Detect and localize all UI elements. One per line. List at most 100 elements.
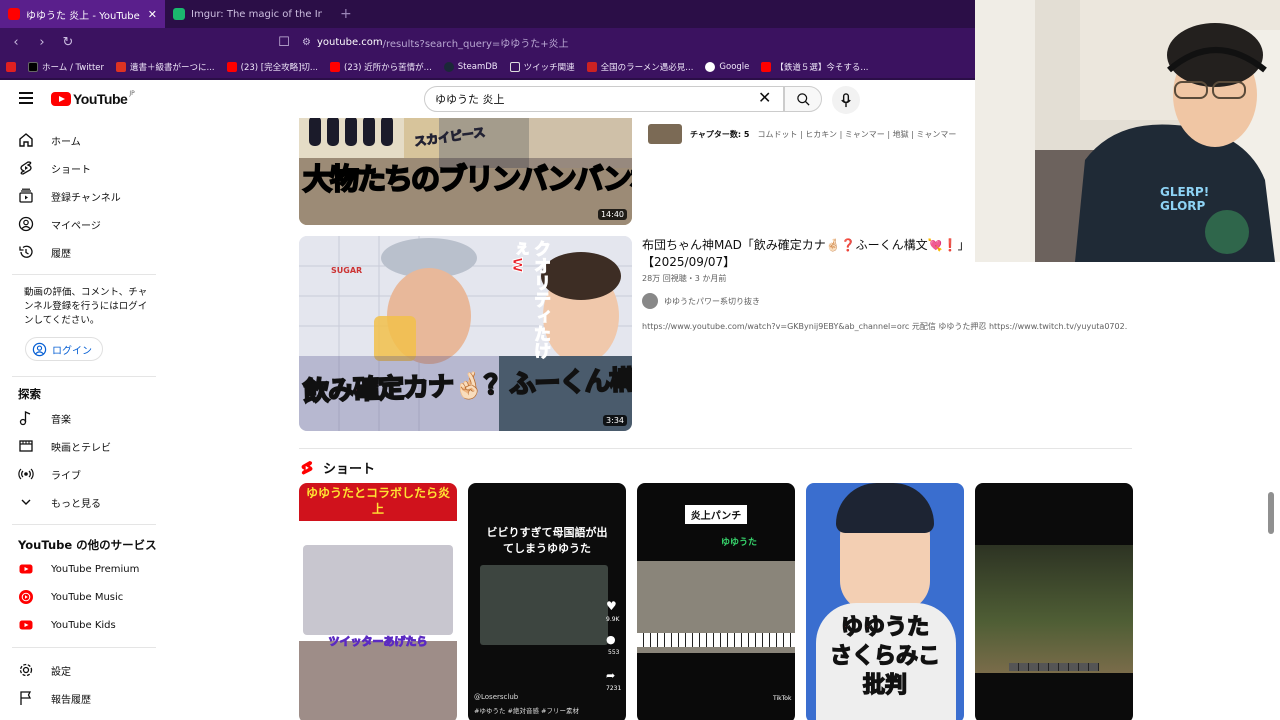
forward-icon[interactable]: ›	[34, 35, 50, 50]
menu-icon[interactable]	[19, 92, 33, 104]
search-button[interactable]	[784, 86, 822, 112]
short-screenshot	[303, 545, 453, 635]
logo-wordmark: YouTube	[73, 91, 128, 107]
video-duration: 3:34	[603, 415, 627, 426]
video-description: https://www.youtube.com/watch?v=GKBynij9…	[642, 322, 1128, 331]
sidebar-item-movies[interactable]: 映画とテレビ	[0, 432, 156, 460]
sidebar-item-show-more[interactable]: もっと見る	[0, 488, 156, 516]
short-title-overlay: ビビりすぎて母国語が出てしまうゆゆうた	[486, 526, 608, 555]
short-card[interactable]: 炎上パンチ ゆゆうた TikTok	[637, 483, 795, 720]
bookmarks-bar: ホーム / Twitter 遺書＋級書がーつに... (23) [完全攻略]切.…	[0, 56, 975, 78]
sidebar-item-label: もっと見る	[51, 498, 101, 510]
sidebar-item-music[interactable]: 音楽	[0, 404, 156, 432]
bookmark-item[interactable]: ツイッチ関連	[509, 61, 575, 73]
short-card[interactable]: ゆゆうたとコラボしたら炎上 ツイッターあげたら	[299, 483, 457, 720]
bookmark-item[interactable]: (23) 近所から苦情が...	[330, 61, 432, 73]
scrollbar-thumb[interactable]	[1268, 492, 1274, 534]
sidebar-item-history[interactable]: 履歴	[0, 238, 156, 266]
shorts-icon	[20, 161, 32, 175]
scrollbar-track[interactable]	[1266, 262, 1280, 720]
video-title[interactable]: 布団ちゃん神MAD「飲み確定カナ🤞🏻❓ふーくん構文💘❗」 【2025/09/07…	[642, 237, 982, 271]
sidebar-item-subscriptions[interactable]: 登録チャンネル	[0, 182, 156, 210]
tab-imgur[interactable]: Imgur: The magic of the Internet	[165, 0, 330, 28]
voice-search-button[interactable]	[832, 86, 860, 114]
short-screenshot	[480, 565, 608, 645]
short-title-overlay: ゆゆうた	[840, 614, 930, 641]
sidebar-item-home[interactable]: ホーム	[0, 126, 156, 154]
sidebar-item-label: YouTube Music	[51, 591, 124, 603]
sidebar-item-label: 設定	[51, 666, 71, 678]
search-input[interactable]: ゆゆうた 炎上	[424, 86, 784, 112]
video-title-line: 布団ちゃん神MAD「飲み確定カナ🤞🏻❓ふーくん構文💘❗」	[642, 238, 970, 252]
channel-name: ゆゆうたパワー系切り抜き	[664, 296, 760, 306]
sidebar-item-report-history[interactable]: 報告履歴	[0, 684, 156, 712]
piano-keys	[637, 633, 795, 647]
bookmark-item[interactable]: SteamDB	[443, 62, 498, 72]
video-duration: 14:40	[597, 209, 627, 220]
short-hashtags: #ゆゆうた #絶対音感 #フリー素材	[474, 707, 579, 715]
tab-youtube[interactable]: ゆゆうた 炎上 - YouTube ✕	[0, 0, 165, 28]
sidebar-item-label: 登録チャンネル	[51, 192, 121, 204]
sidebar-divider	[12, 647, 156, 648]
chapters-row[interactable]: チャプター数: 5 コムドット | ヒカキン | ミャンマー | 地獄 | ミャ…	[648, 124, 956, 144]
back-icon[interactable]: ‹	[8, 35, 24, 50]
short-card[interactable]	[975, 483, 1133, 720]
bookmark-icon[interactable]: ☐	[276, 35, 292, 50]
youtube-logo[interactable]: YouTube JP	[51, 90, 135, 107]
shorts-logo-icon	[301, 460, 313, 475]
short-screenshot	[975, 545, 1133, 673]
address-bar[interactable]: ⚙ youtube.com/results?search_query=ゆゆうた+…	[302, 35, 569, 50]
bookmark-label: 【鉄道５選】今そする...	[775, 63, 869, 73]
channel-link[interactable]: ゆゆうたパワー系切り抜き	[642, 293, 760, 309]
share-count: 7231	[606, 685, 622, 692]
reload-icon[interactable]: ↻	[60, 35, 76, 50]
sidebar-item-settings[interactable]: 設定	[0, 656, 156, 684]
youtube-play-icon	[51, 92, 71, 106]
sidebar-item-label: YouTube Premium	[51, 563, 140, 575]
bookmark-item[interactable]: (23) [完全攻略]切...	[226, 61, 318, 73]
bookmark-label: ツイッチ関連	[523, 63, 575, 73]
bookmark-label: ホーム / Twitter	[42, 63, 105, 73]
bookmark-item[interactable]: ホーム / Twitter	[28, 61, 104, 73]
bookmark-red-icon[interactable]	[6, 62, 16, 72]
google-icon	[705, 62, 716, 72]
new-tab-icon[interactable]: +	[330, 0, 362, 28]
login-prompt: 動画の評価、コメント、チャンネル登録を行うにはログインしてください。	[24, 287, 148, 326]
short-card[interactable]: ビビりすぎて母国語が出てしまうゆゆうた @Losersclub #ゆゆうた #絶…	[468, 483, 626, 720]
sidebar-item-live[interactable]: ライブ	[0, 460, 156, 488]
section-divider	[299, 448, 1132, 449]
sidebar-item-shorts[interactable]: ショート	[0, 154, 156, 182]
movies-icon	[19, 440, 33, 452]
bookmark-item[interactable]: 遺書＋級書がーつに...	[116, 61, 215, 73]
bookmark-label: (23) 近所から苦情が...	[344, 63, 432, 73]
account-circle-icon	[32, 342, 47, 356]
video-thumbnail[interactable]: スカイピース 大物たちのブリンバンバンボン 14:40	[299, 118, 632, 225]
sidebar-item-label: 履歴	[51, 248, 71, 260]
video-thumbnail[interactable]: SUGAR クオリティたけぇw 飲み確定カナ🤞🏻？ふーくん構文💘！ 3:34	[299, 236, 632, 431]
sidebar-item-youtube-kids[interactable]: YouTube Kids	[0, 611, 156, 639]
sidebar-item-label: 映画とテレビ	[51, 442, 111, 454]
close-tab-icon[interactable]: ✕	[148, 8, 157, 21]
youtube-favicon-icon	[8, 8, 20, 20]
tab-label: ゆゆうた 炎上 - YouTube	[26, 10, 140, 22]
sidebar-item-mypage[interactable]: マイページ	[0, 210, 156, 238]
clear-search-icon[interactable]: ✕	[758, 88, 771, 107]
music-icon	[19, 410, 31, 426]
sidebar-item-youtube-premium[interactable]: YouTube Premium	[0, 555, 156, 583]
explore-heading: 探索	[18, 387, 41, 401]
login-button[interactable]: ログイン	[25, 337, 103, 361]
youtube-kids-icon	[19, 620, 33, 630]
short-card[interactable]: ゆゆうた さくらみこ 批判	[806, 483, 964, 720]
shorts-heading: ショート	[323, 462, 376, 477]
sidebar-divider	[12, 376, 156, 377]
site-info-icon[interactable]: ⚙	[302, 37, 311, 48]
bookmark-item[interactable]: 【鉄道５選】今そする...	[761, 61, 869, 73]
bookmark-item[interactable]: Google	[705, 62, 749, 72]
bookmark-label: Google	[719, 62, 750, 72]
sidebar-item-youtube-music[interactable]: YouTube Music	[0, 583, 156, 611]
live-icon	[18, 468, 34, 480]
bookmark-item[interactable]: 全国のラーメン遇必見...	[586, 61, 693, 73]
youtube-premium-icon	[19, 564, 33, 574]
thumbnail-side-text: クオリティたけぇw	[508, 240, 551, 360]
more-from-youtube-heading: YouTube の他のサービス	[18, 538, 157, 552]
